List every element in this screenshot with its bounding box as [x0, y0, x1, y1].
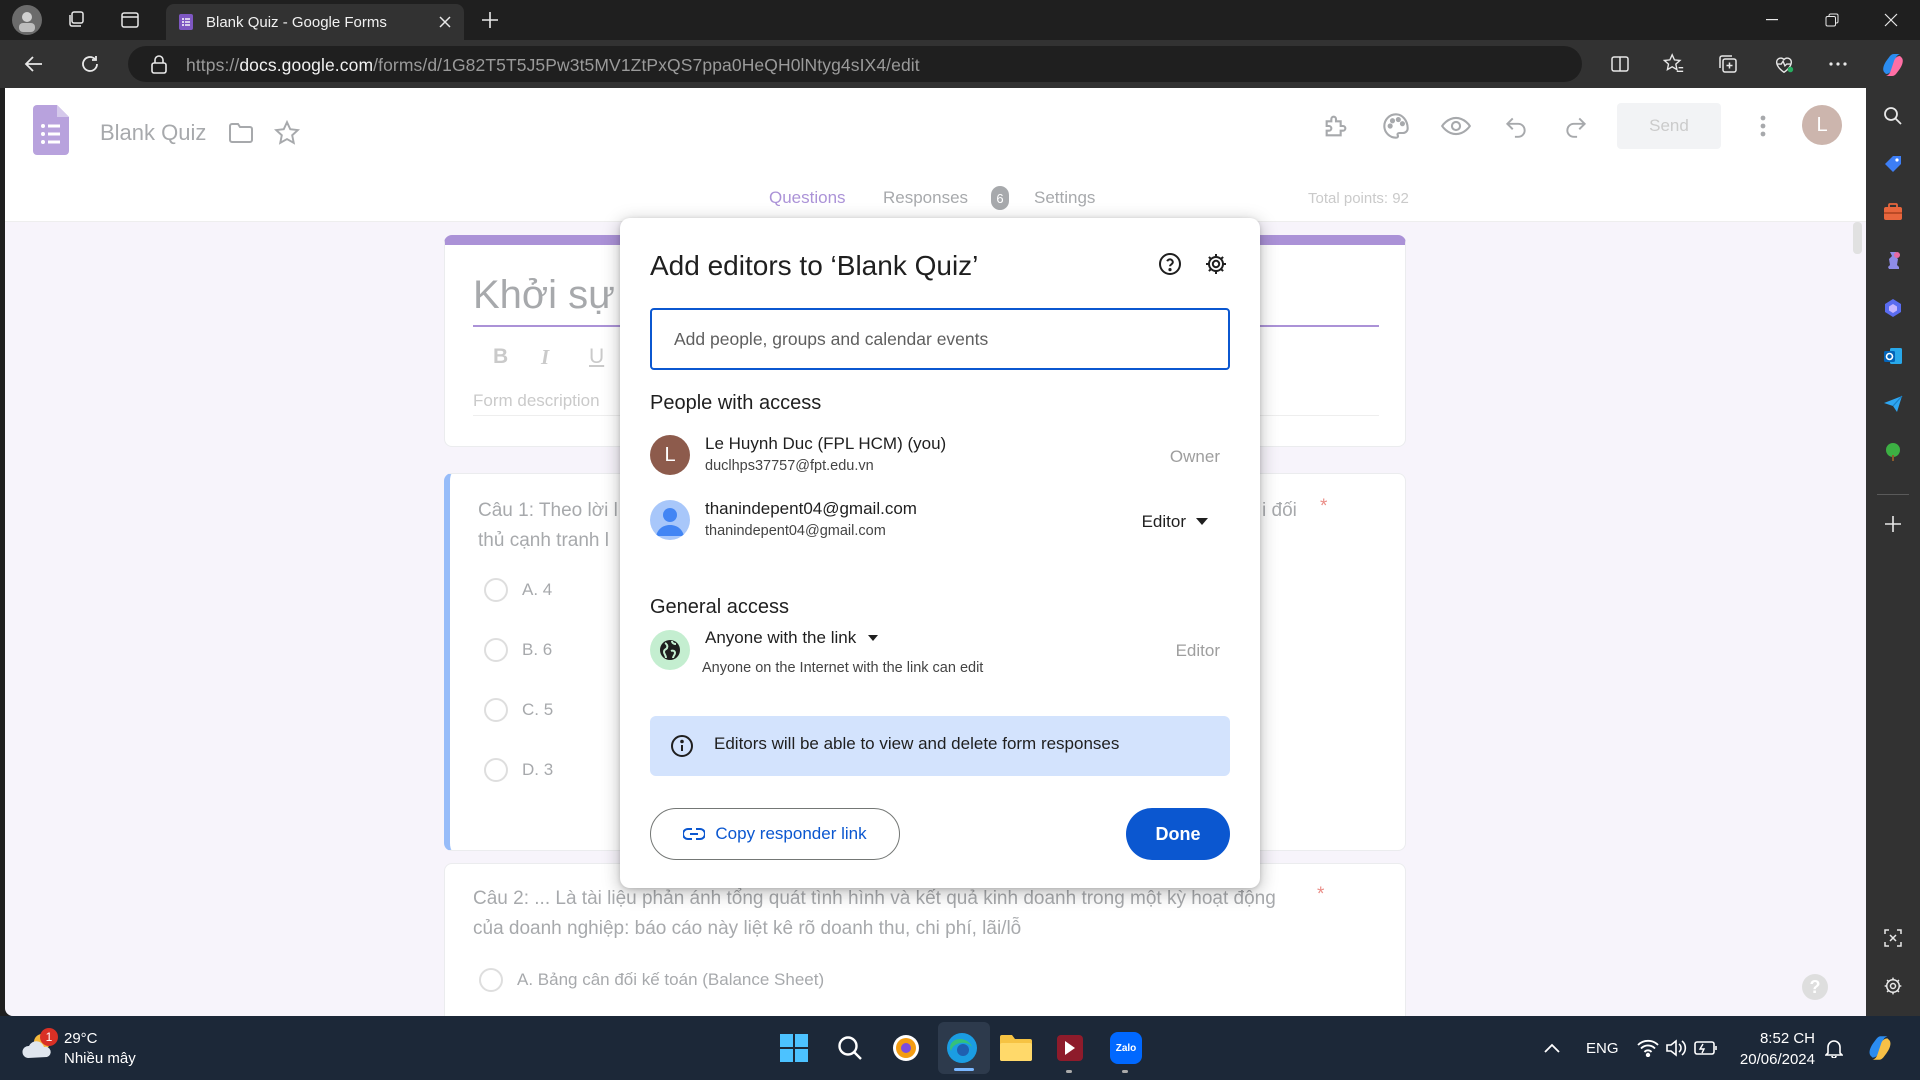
lock-icon[interactable]: [150, 54, 168, 74]
weather-desc[interactable]: Nhiều mây: [64, 1050, 136, 1067]
app-red-icon[interactable]: [1052, 1030, 1088, 1066]
search-icon[interactable]: [1879, 102, 1907, 130]
address-bar[interactable]: https://docs.google.com/forms/d/1G82T5T5…: [128, 46, 1582, 82]
copy-link-label: Copy responder link: [715, 824, 867, 843]
zalo-app-icon[interactable]: Zalo: [1108, 1030, 1144, 1066]
send-telegram-icon[interactable]: [1879, 390, 1907, 418]
weather-temp[interactable]: 29°C: [64, 1030, 98, 1047]
info-banner: Editors will be able to view and delete …: [650, 716, 1230, 776]
sidebar-divider: [1877, 494, 1909, 495]
notification-bell-icon[interactable]: [1816, 1030, 1852, 1066]
general-access-dropdown[interactable]: Anyone with the link: [705, 628, 879, 648]
browser-tab-strip: Blank Quiz - Google Forms: [0, 0, 1920, 40]
zalo-label: Zalo: [1110, 1032, 1142, 1064]
app-open-indicator: [1122, 1070, 1128, 1073]
link-icon: [683, 828, 706, 840]
person-name: thanindepent04@gmail.com: [705, 499, 917, 518]
info-text: Editors will be able to view and delete …: [714, 734, 1120, 753]
globe-icon: [650, 630, 690, 670]
weather-badge: 1: [40, 1028, 58, 1046]
games-chess-icon[interactable]: [1879, 246, 1907, 274]
dropdown-arrow-icon: [868, 635, 879, 641]
file-explorer-icon[interactable]: [998, 1030, 1034, 1066]
default-person-avatar-icon: [650, 500, 690, 540]
people-with-access-heading: People with access: [650, 392, 822, 414]
person-avatar: L: [650, 435, 690, 475]
workspaces-icon[interactable]: [62, 6, 90, 34]
battery-icon[interactable]: [1688, 1030, 1724, 1066]
settings-gear-icon[interactable]: [1204, 252, 1228, 276]
profile-avatar[interactable]: [12, 5, 42, 35]
coccoc-browser-icon[interactable]: [888, 1030, 924, 1066]
refresh-button[interactable]: [76, 50, 104, 78]
taskbar-search-icon[interactable]: [832, 1030, 868, 1066]
person-role-dropdown[interactable]: Editor: [1142, 512, 1208, 532]
info-icon: [670, 734, 694, 758]
done-button[interactable]: Done: [1126, 808, 1230, 860]
shopping-tag-icon[interactable]: [1879, 150, 1907, 178]
person-row-editor: thanindepent04@gmail.com thanindepent04@…: [650, 495, 1230, 549]
person-email: duclhps37757@fpt.edu.vn: [705, 458, 874, 474]
tree-app-icon[interactable]: [1879, 438, 1907, 466]
general-access-scope: Anyone with the link: [705, 628, 857, 647]
forms-favicon-icon: [178, 14, 194, 30]
url-text[interactable]: https://docs.google.com/forms/d/1G82T5T5…: [186, 55, 920, 76]
dialog-title: Add editors to ‘Blank Quiz’: [650, 250, 979, 281]
split-screen-icon[interactable]: [1606, 50, 1634, 78]
clock-date[interactable]: 20/06/2024: [1735, 1051, 1815, 1068]
copilot-app-icon[interactable]: [1879, 294, 1907, 322]
copilot-taskbar-icon[interactable]: [1862, 1030, 1898, 1066]
person-name: Le Huynh Duc (FPL HCM) (you): [705, 434, 947, 453]
minimize-button[interactable]: [1742, 0, 1802, 40]
edge-sidebar: [1866, 88, 1920, 1016]
general-access-heading: General access: [650, 596, 789, 618]
person-row-owner: L Le Huynh Duc (FPL HCM) (you) duclhps37…: [650, 430, 1230, 484]
close-window-button[interactable]: [1862, 0, 1920, 40]
outlook-icon[interactable]: [1879, 342, 1907, 370]
screenshot-icon[interactable]: [1879, 924, 1907, 952]
new-tab-button[interactable]: [476, 6, 504, 34]
add-editors-dialog: Add editors to ‘Blank Quiz’ People with …: [620, 218, 1260, 888]
clock-time[interactable]: 8:52 CH: [1735, 1030, 1815, 1047]
copy-responder-link-button[interactable]: Copy responder link: [650, 808, 900, 860]
forms-page: Blank Quiz Send L Questions Responses 6: [5, 88, 1866, 1016]
general-access-description: Anyone on the Internet with the link can…: [702, 660, 984, 676]
show-hidden-icons-chevron-icon[interactable]: [1534, 1030, 1570, 1066]
edge-browser-icon[interactable]: [944, 1030, 980, 1066]
vertical-tabs-icon[interactable]: [116, 6, 144, 34]
close-tab-icon[interactable]: [438, 15, 452, 29]
sidebar-settings-icon[interactable]: [1879, 972, 1907, 1000]
more-options-icon[interactable]: [1824, 50, 1852, 78]
add-people-input[interactable]: [650, 308, 1230, 370]
help-circle-icon[interactable]: [1158, 252, 1182, 276]
general-access-role: Editor: [1175, 641, 1220, 660]
back-button[interactable]: [20, 50, 48, 78]
edge-active-indicator: [954, 1068, 974, 1071]
person-role: Owner: [1169, 447, 1220, 466]
copilot-icon[interactable]: [1876, 48, 1910, 82]
add-app-icon[interactable]: [1879, 510, 1907, 538]
collections-icon[interactable]: [1714, 50, 1742, 78]
tab-title: Blank Quiz - Google Forms: [206, 13, 387, 31]
tools-briefcase-icon[interactable]: [1879, 198, 1907, 226]
app-open-indicator: [1066, 1070, 1072, 1073]
role-label: Editor: [1141, 512, 1186, 531]
restore-button[interactable]: [1802, 0, 1862, 40]
person-email: thanindepent04@gmail.com: [705, 523, 886, 539]
browser-essentials-icon[interactable]: [1770, 50, 1798, 78]
dropdown-arrow-icon: [1196, 518, 1208, 526]
start-windows-icon[interactable]: [776, 1030, 812, 1066]
favorites-icon[interactable]: [1660, 50, 1688, 78]
language-indicator[interactable]: ENG: [1586, 1040, 1619, 1057]
active-browser-tab[interactable]: Blank Quiz - Google Forms: [166, 4, 464, 40]
